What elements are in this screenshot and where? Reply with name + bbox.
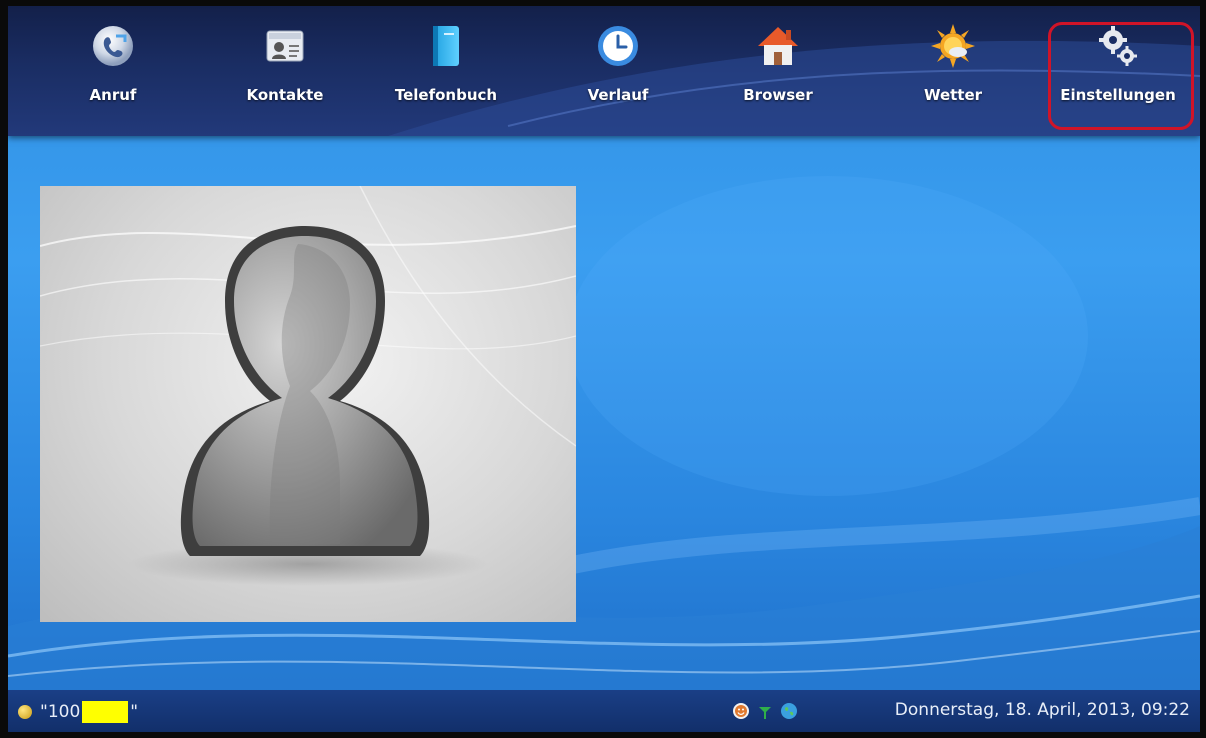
sip-account[interactable]: "100 " — [18, 700, 138, 724]
highlight-annotation — [1048, 22, 1194, 130]
network-antenna-icon[interactable] — [756, 702, 774, 720]
date-time-display: Donnerstag, 18. April, 2013, 09:22 — [894, 700, 1190, 720]
contacts-card-icon — [266, 30, 304, 62]
account-number-prefix: "100 — [40, 702, 81, 722]
phone-call-icon — [93, 26, 133, 66]
toolbar-item-label: Wetter — [923, 86, 983, 104]
default-avatar-icon — [40, 186, 576, 586]
redaction-mark — [82, 701, 129, 723]
clock-icon — [598, 26, 638, 66]
toolbar-item-label: Kontakte — [246, 86, 324, 104]
weather-sun-icon — [931, 24, 975, 68]
toolbar-item-browser[interactable]: Browser — [708, 20, 848, 132]
contact-photo[interactable] — [40, 186, 576, 622]
toolbar-item-telefonbuch[interactable]: Telefonbuch — [376, 20, 516, 132]
toolbar-item-label: Telefonbuch — [394, 86, 498, 104]
toolbar-item-wetter[interactable]: Wetter — [883, 20, 1023, 132]
toolbar-item-anruf[interactable]: Anruf — [43, 20, 183, 132]
status-smiley-icon[interactable] — [732, 702, 750, 720]
phonebook-icon — [433, 26, 459, 66]
globe-icon[interactable] — [780, 702, 798, 720]
status-bar: "100 " Donnerstag, 18. April, 2013, 09:2… — [8, 690, 1200, 732]
toolbar-item-label: Browser — [743, 86, 813, 104]
toolbar-item-kontakte[interactable]: Kontakte — [215, 20, 355, 132]
toolbar-item-label: Anruf — [89, 86, 137, 104]
desktop-screen: Anruf Kontakte Telefonbuch Verlauf Brows… — [8, 6, 1200, 732]
top-toolbar: Anruf Kontakte Telefonbuch Verlauf Brows… — [8, 6, 1200, 136]
system-tray — [732, 702, 798, 720]
toolbar-item-label: Verlauf — [587, 86, 649, 104]
account-status-icon — [18, 705, 32, 719]
account-number-suffix: " — [130, 702, 139, 722]
home-icon — [758, 27, 798, 65]
toolbar-item-verlauf[interactable]: Verlauf — [548, 20, 688, 132]
